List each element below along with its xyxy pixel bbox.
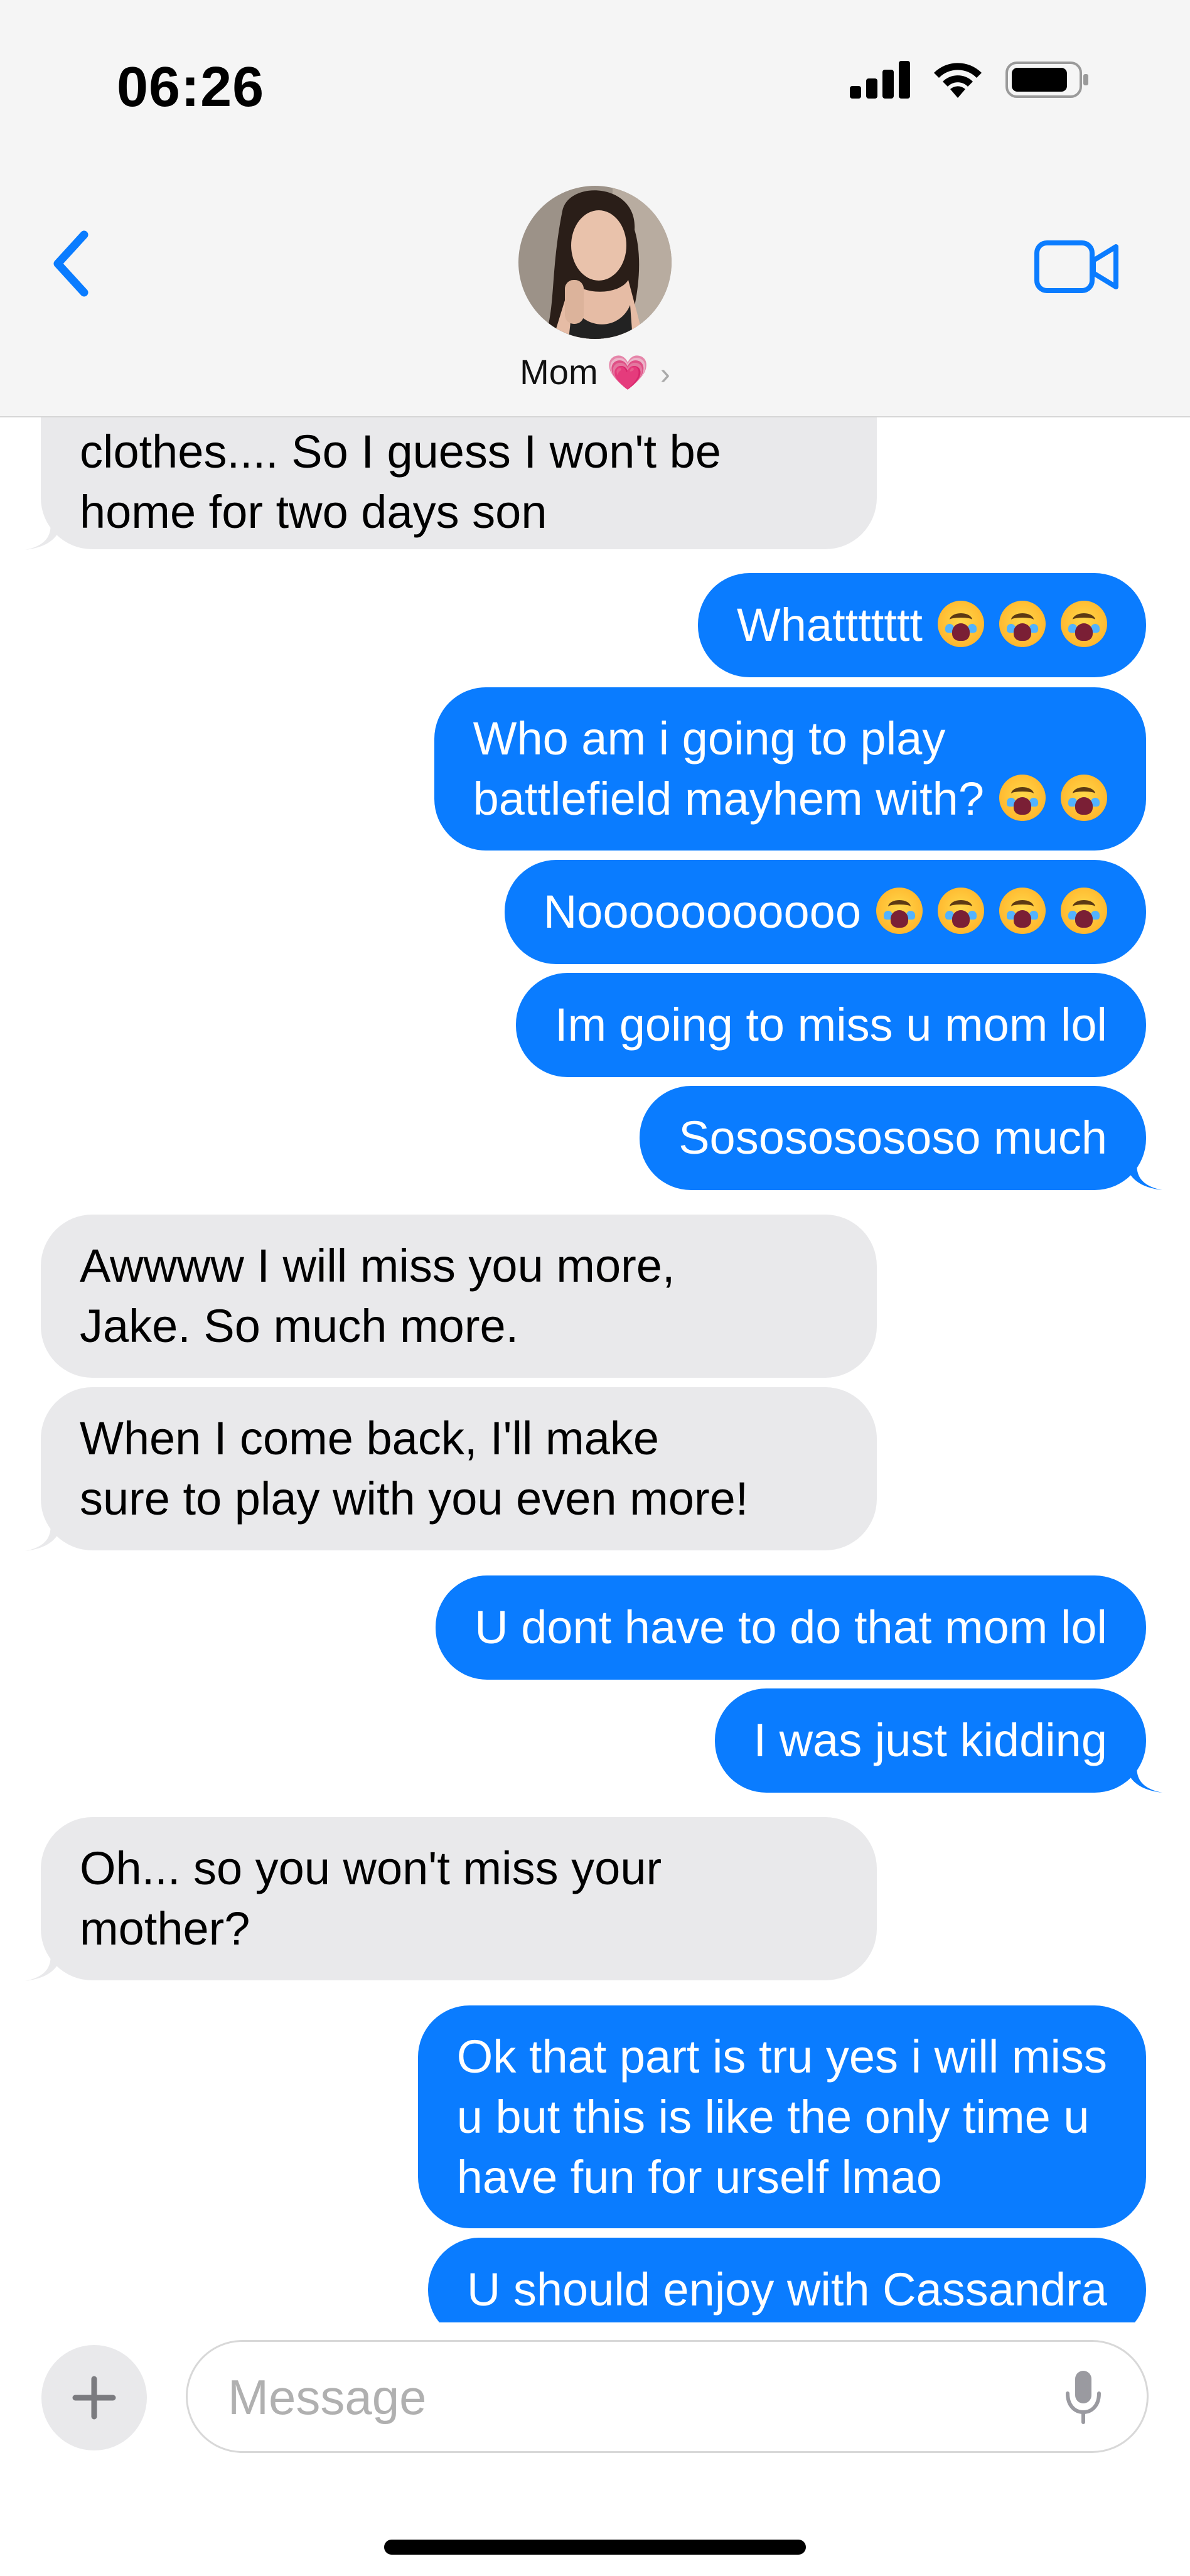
- message-line: battlefield mayhem with?: [473, 769, 1107, 829]
- crying-face-emoji: [1061, 888, 1107, 934]
- home-indicator: [384, 2540, 806, 2555]
- crying-face-emoji: [938, 888, 984, 934]
- bubble-tail: [1125, 1763, 1162, 1793]
- crying-face-emoji: [999, 888, 1046, 934]
- cellular-signal-icon: [850, 61, 910, 99]
- message-composer: [0, 2322, 1190, 2576]
- facetime-button[interactable]: [1033, 235, 1121, 298]
- microphone-icon[interactable]: [1061, 2367, 1105, 2427]
- bubble-tail: [25, 1951, 63, 1981]
- outgoing-message[interactable]: I was just kidding: [714, 1688, 1146, 1793]
- video-camera-icon: [1034, 240, 1118, 293]
- chevron-left-icon: [53, 230, 88, 297]
- wifi-icon: [934, 63, 982, 98]
- message-line: When I come back, I'll make: [80, 1412, 660, 1464]
- outgoing-message[interactable]: Whattttttt: [697, 573, 1146, 677]
- message-line: sure to play with you even more!: [80, 1473, 749, 1525]
- crying-face-emoji: [1061, 601, 1107, 647]
- outgoing-message[interactable]: Sosososososo much: [640, 1086, 1146, 1190]
- incoming-message[interactable]: Awwww I will miss you more, Jake. So muc…: [41, 1215, 877, 1378]
- message-line: Jake. So much more.: [80, 1300, 519, 1352]
- status-time: 06:26: [117, 56, 265, 119]
- outgoing-message[interactable]: Im going to miss u mom lol: [515, 973, 1146, 1077]
- message-line: home for two days son: [80, 485, 547, 538]
- contact-name-button[interactable]: Mom 💗 ›: [0, 352, 1190, 393]
- battery-icon: [1005, 62, 1088, 98]
- crying-face-emoji: [938, 601, 984, 647]
- incoming-message[interactable]: Oh... so you won't miss your mother?: [41, 1817, 877, 1980]
- crying-face-emoji: [999, 601, 1046, 647]
- heart-emoji: 💗: [606, 354, 649, 392]
- message-line: U dont have to do that mom lol: [474, 1601, 1107, 1653]
- back-button[interactable]: [44, 226, 100, 301]
- apps-plus-button[interactable]: [41, 2345, 147, 2450]
- message-line: Awwww I will miss you more,: [80, 1240, 675, 1292]
- outgoing-message[interactable]: U dont have to do that mom lol: [436, 1575, 1146, 1680]
- message-line: U should enjoy with Cassandra: [466, 2263, 1107, 2316]
- contact-name: Mom: [520, 352, 598, 392]
- conversation-header: 06:26 Mom 💗 ›: [0, 0, 1190, 417]
- outgoing-message[interactable]: Nooooooooooo: [504, 860, 1146, 964]
- message-line: Sosososososo much: [678, 1112, 1107, 1164]
- message-input[interactable]: [227, 2342, 982, 2452]
- message-line: Im going to miss u mom lol: [554, 999, 1107, 1051]
- avatar-photo: [518, 186, 672, 339]
- chevron-right-icon: ›: [660, 358, 670, 391]
- crying-face-emoji: [876, 888, 923, 934]
- crying-face-emoji: [1061, 775, 1107, 821]
- bubble-tail: [25, 520, 63, 550]
- message-line: Nooooooooooo: [544, 882, 1107, 942]
- crying-face-emoji: [999, 775, 1046, 821]
- message-line: have fun for urself lmao: [456, 2150, 943, 2203]
- message-line: mother?: [80, 1902, 250, 1955]
- outgoing-message[interactable]: Ok that part is tru yes i will miss u bu…: [417, 2005, 1146, 2228]
- bubble-tail: [25, 1521, 63, 1551]
- message-line: u but this is like the only time u: [456, 2090, 1090, 2143]
- bubble-tail: [1125, 1160, 1162, 1190]
- message-line: Oh... so you won't miss your: [80, 1842, 662, 1894]
- message-line: Who am i going to play: [473, 712, 946, 765]
- message-line: clothes.... So I guess I won't be: [80, 425, 721, 478]
- outgoing-message[interactable]: Who am i going to play battlefield mayhe…: [434, 687, 1146, 851]
- incoming-message[interactable]: When I come back, I'll make sure to play…: [41, 1387, 877, 1550]
- contact-avatar[interactable]: [518, 186, 672, 339]
- message-line: I was just kidding: [753, 1714, 1108, 1766]
- status-icons: [850, 60, 1090, 99]
- message-line: Whattttttt: [737, 595, 1107, 655]
- plus-icon: [72, 2376, 116, 2420]
- message-line: Ok that part is tru yes i will miss: [456, 2030, 1107, 2083]
- message-field: [186, 2340, 1149, 2453]
